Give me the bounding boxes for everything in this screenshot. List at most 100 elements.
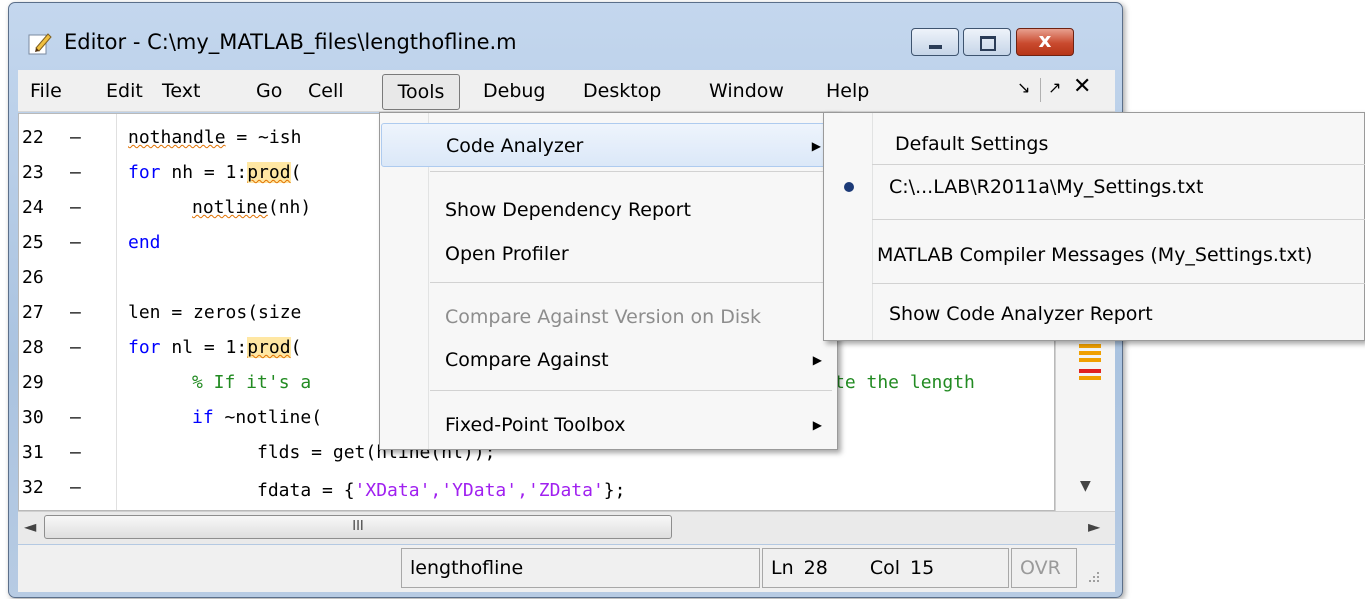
line-number: 27 xyxy=(22,302,44,323)
code-token: prod xyxy=(247,162,291,183)
menu-item-label: Fixed-Point Toolbox xyxy=(445,414,626,436)
code-keyword: end xyxy=(128,232,161,253)
code-token: ( xyxy=(290,162,302,183)
scroll-left-icon[interactable]: ◄ xyxy=(24,517,36,536)
code-line: for nl = 1:prod( xyxy=(128,337,301,358)
menu-item-label: Compare Against xyxy=(445,349,609,371)
menu-separator xyxy=(872,219,1365,220)
status-ln-label: Ln xyxy=(771,557,794,579)
menu-file[interactable]: File xyxy=(30,77,62,107)
code-keyword: for xyxy=(128,162,161,183)
menu-item-code-analyzer[interactable]: Code Analyzer ▶ xyxy=(381,123,836,167)
code-line: for nh = 1:prod( xyxy=(128,162,301,183)
code-line: fdata = {'XData','YData','ZData'}; xyxy=(257,480,625,508)
menu-separator xyxy=(430,282,832,283)
code-comment: % If it's a xyxy=(192,372,312,393)
code-line: if ~notline( xyxy=(192,407,322,428)
code-token: = ~ish xyxy=(225,127,302,148)
code-token: ( xyxy=(290,337,302,358)
menu-tools[interactable]: Tools xyxy=(382,74,460,110)
code-string: 'XData','YData','ZData' xyxy=(354,480,604,501)
menu-go[interactable]: Go xyxy=(256,77,282,107)
menu-item-show-dependency-report[interactable]: Show Dependency Report xyxy=(381,188,836,232)
code-keyword: for xyxy=(128,337,161,358)
breakpoint-dash[interactable]: — xyxy=(70,477,81,498)
code-line: notline(nh) xyxy=(192,197,311,218)
dock-arrow-icon[interactable]: ↘ xyxy=(1017,78,1030,97)
status-ln-value: 28 xyxy=(803,557,828,579)
editor-pencil-icon xyxy=(27,30,53,56)
code-comment: te the length xyxy=(834,372,975,393)
line-number: 23 xyxy=(22,162,44,183)
breakpoint-dash[interactable]: — xyxy=(70,442,81,463)
warning-marker[interactable] xyxy=(1079,358,1101,362)
code-token: (nh) xyxy=(267,197,312,218)
menubar-separator xyxy=(1040,78,1041,102)
scroll-down-icon[interactable]: ▼ xyxy=(1080,478,1091,494)
breakpoint-dash[interactable]: — xyxy=(70,407,81,428)
line-number: 26 xyxy=(22,267,44,288)
close-window-button[interactable]: x xyxy=(1016,28,1074,56)
warning-marker[interactable] xyxy=(1079,376,1101,380)
undock-arrow-icon[interactable]: ↗ xyxy=(1048,78,1061,97)
line-number: 29 xyxy=(22,372,44,393)
submenu-item-default-settings[interactable]: Default Settings xyxy=(825,122,1365,166)
breakpoint-dash[interactable]: — xyxy=(70,302,81,323)
close-icon: x xyxy=(1038,28,1052,52)
status-filename: lengthofline xyxy=(401,548,760,588)
menu-window[interactable]: Window xyxy=(709,77,784,107)
warning-marker[interactable] xyxy=(1079,344,1101,348)
code-token: nothandle xyxy=(128,127,226,148)
menu-cell[interactable]: Cell xyxy=(308,77,344,107)
line-number: 22 xyxy=(22,127,44,148)
line-number: 24 xyxy=(22,197,44,218)
breakpoint-dash[interactable]: — xyxy=(70,127,81,148)
code-token: notline xyxy=(192,197,268,218)
scroll-right-icon[interactable]: ► xyxy=(1088,517,1100,536)
code-keyword: if xyxy=(192,407,214,428)
breakpoint-dash[interactable]: — xyxy=(70,232,81,253)
menu-desktop[interactable]: Desktop xyxy=(583,77,661,107)
submenu-item-my-settings[interactable]: C:\...LAB\R2011a\My_Settings.txt xyxy=(825,165,1365,209)
status-col-value: 15 xyxy=(910,557,935,579)
menu-edit[interactable]: Edit xyxy=(106,77,143,107)
code-token: }; xyxy=(603,480,626,501)
menu-item-open-profiler[interactable]: Open Profiler xyxy=(381,232,836,276)
code-token: ~notline( xyxy=(213,407,323,428)
submenu-item-show-code-analyzer-report[interactable]: Show Code Analyzer Report xyxy=(825,292,1365,336)
breakpoint-dash[interactable]: — xyxy=(70,162,81,183)
resize-grip-icon[interactable] xyxy=(1083,570,1101,588)
scroll-grip-icon: III xyxy=(352,519,364,534)
code-line: nothandle = ~ish xyxy=(128,127,301,148)
warning-marker[interactable] xyxy=(1079,351,1101,355)
status-ovr: OVR xyxy=(1011,548,1077,588)
menu-item-compare-against-version-on-disk: Compare Against Version on Disk xyxy=(445,306,762,328)
code-line: len = zeros(size xyxy=(128,302,302,323)
status-col-label: Col xyxy=(869,557,900,579)
menu-separator xyxy=(430,390,832,391)
menu-item-compare-against[interactable]: Compare Against ▶ xyxy=(381,338,836,382)
breakpoint-dash[interactable]: — xyxy=(70,197,81,218)
error-marker[interactable] xyxy=(1079,369,1101,373)
scroll-thumb[interactable]: III xyxy=(44,515,672,539)
menu-text[interactable]: Text xyxy=(162,77,200,107)
breakpoint-dash[interactable]: — xyxy=(70,337,81,358)
minimize-button[interactable] xyxy=(911,28,959,56)
menu-help[interactable]: Help xyxy=(826,77,869,107)
submenu-item-matlab-compiler-messages[interactable]: MATLAB Compiler Messages (My_Settings.tx… xyxy=(825,233,1365,277)
menu-debug[interactable]: Debug xyxy=(483,77,545,107)
submenu-arrow-icon: ▶ xyxy=(812,353,822,367)
close-document-icon[interactable]: ✕ xyxy=(1073,74,1091,99)
line-number: 30 xyxy=(22,407,44,428)
window-title: Editor - C:\my_MATLAB_files\lengthofline… xyxy=(64,30,517,54)
maximize-button[interactable] xyxy=(963,28,1011,56)
menu-item-fixed-point-toolbox[interactable]: Fixed-Point Toolbox ▶ xyxy=(381,403,836,447)
submenu-arrow-icon: ▶ xyxy=(812,418,822,432)
gutter-divider xyxy=(116,114,117,510)
line-number: 32 xyxy=(22,477,44,498)
line-number: 25 xyxy=(22,232,44,253)
menu-item-label: Code Analyzer xyxy=(446,135,584,157)
code-line: end xyxy=(128,232,161,253)
line-number: 28 xyxy=(22,337,44,358)
code-token: nl = 1: xyxy=(160,337,248,358)
